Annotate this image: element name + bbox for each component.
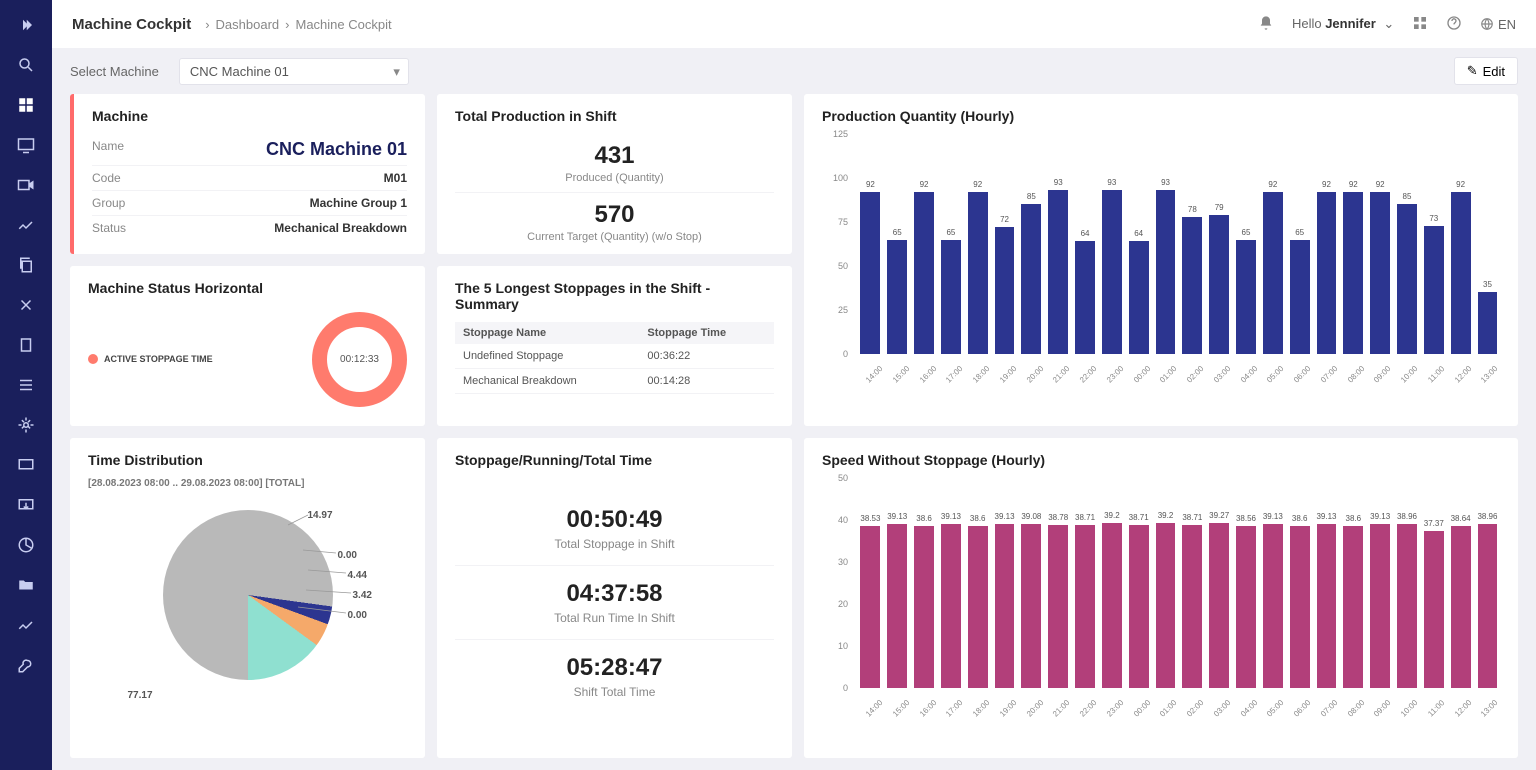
total-run: 04:37:58 xyxy=(455,580,774,608)
clipboard-icon[interactable] xyxy=(16,335,36,355)
card-title: Time Distribution xyxy=(88,452,407,468)
folder-icon[interactable] xyxy=(16,575,36,595)
card-title: The 5 Longest Stoppages in the Shift - S… xyxy=(455,280,774,312)
card-title: Stoppage/Running/Total Time xyxy=(455,452,774,468)
card-machine: Machine NameCNC Machine 01 CodeM01 Group… xyxy=(70,94,425,254)
machine-name: CNC Machine 01 xyxy=(266,139,407,160)
stoppages-table: Stoppage NameStoppage Time Undefined Sto… xyxy=(455,322,774,394)
monitor-icon[interactable] xyxy=(16,135,36,155)
donut-stoppage: 00:12:33 xyxy=(312,312,407,407)
card-prod-hourly: Production Quantity (Hourly) 02550751001… xyxy=(804,94,1518,426)
total-stoppage: 00:50:49 xyxy=(455,506,774,534)
machine-status: Mechanical Breakdown xyxy=(274,221,407,235)
video-icon[interactable] xyxy=(16,175,36,195)
machine-group: Machine Group 1 xyxy=(310,196,407,210)
card-title: Machine xyxy=(92,108,407,124)
list-icon[interactable] xyxy=(16,375,36,395)
gear-icon[interactable] xyxy=(16,415,36,435)
crumb-current[interactable]: Machine Cockpit xyxy=(295,17,391,32)
help-icon[interactable] xyxy=(1446,15,1462,34)
table-row: Undefined Stoppage00:36:22 xyxy=(455,344,774,369)
card-title: Total Production in Shift xyxy=(455,108,774,124)
tools-icon[interactable] xyxy=(16,295,36,315)
card-times: Stoppage/Running/Total Time 00:50:49Tota… xyxy=(437,438,792,758)
produced-value: 431 xyxy=(455,142,774,170)
dashboard-icon[interactable] xyxy=(16,95,36,115)
chevron-down-icon: ⌄ xyxy=(1383,16,1394,32)
sidebar xyxy=(0,0,52,770)
expand-icon[interactable] xyxy=(16,15,36,35)
table-row: Mechanical Breakdown00:14:28 xyxy=(455,369,774,394)
legend-active-stoppage: ACTIVE STOPPAGE TIME xyxy=(88,354,213,364)
apps-icon[interactable] xyxy=(1412,15,1428,34)
lang-switch[interactable]: EN xyxy=(1480,17,1516,32)
machine-select[interactable]: CNC Machine 01 ▾ xyxy=(179,58,409,85)
card-time-dist: Time Distribution [28.08.2023 08:00 .. 2… xyxy=(70,438,425,758)
filter-bar: Select Machine CNC Machine 01 ▾ ✎ Edit xyxy=(52,48,1536,94)
card-stoppages: The 5 Longest Stoppages in the Shift - S… xyxy=(437,266,792,426)
target-value: 570 xyxy=(455,201,774,229)
breadcrumb: Machine Cockpit › Dashboard › Machine Co… xyxy=(72,16,392,33)
card-production: Total Production in Shift 431Produced (Q… xyxy=(437,94,792,254)
chevron-down-icon: ▾ xyxy=(393,64,400,80)
crumb-dashboard[interactable]: Dashboard xyxy=(216,17,280,32)
time-dist-subtitle: [28.08.2023 08:00 .. 29.08.2023 08:00] [… xyxy=(88,478,407,489)
pie-icon[interactable] xyxy=(16,535,36,555)
copy-icon[interactable] xyxy=(16,255,36,275)
growth-icon[interactable] xyxy=(16,615,36,635)
bar-chart-speed: 0102030405038.5339.1338.639.1338.639.133… xyxy=(822,478,1500,708)
user-greeting[interactable]: Hello Jennifer ⌄ xyxy=(1292,16,1394,32)
edit-button[interactable]: ✎ Edit xyxy=(1454,57,1518,85)
card-speed-hourly: Speed Without Stoppage (Hourly) 01020304… xyxy=(804,438,1518,758)
top-right: Hello Jennifer ⌄ EN xyxy=(1258,15,1516,34)
bell-icon[interactable] xyxy=(1258,15,1274,34)
bar-chart-production: 0255075100125926592659272859364936493787… xyxy=(822,134,1500,374)
import-icon[interactable] xyxy=(16,495,36,515)
topbar: Machine Cockpit › Dashboard › Machine Co… xyxy=(52,0,1536,48)
card-status: Machine Status Horizontal ACTIVE STOPPAG… xyxy=(70,266,425,426)
present-icon[interactable] xyxy=(16,455,36,475)
legend-dot xyxy=(88,354,98,364)
search-icon[interactable] xyxy=(16,55,36,75)
card-title: Production Quantity (Hourly) xyxy=(822,108,1500,124)
shift-total: 05:28:47 xyxy=(455,654,774,682)
chart-icon[interactable] xyxy=(16,215,36,235)
card-title: Speed Without Stoppage (Hourly) xyxy=(822,452,1500,468)
page-title: Machine Cockpit xyxy=(72,16,191,33)
wrench-icon[interactable] xyxy=(16,655,36,675)
machine-code: M01 xyxy=(384,171,407,185)
edit-icon: ✎ xyxy=(1467,63,1478,79)
pie-chart: 14.970.004.443.420.0077.17 xyxy=(148,495,348,695)
select-machine-label: Select Machine xyxy=(70,64,159,79)
card-title: Machine Status Horizontal xyxy=(88,280,407,296)
